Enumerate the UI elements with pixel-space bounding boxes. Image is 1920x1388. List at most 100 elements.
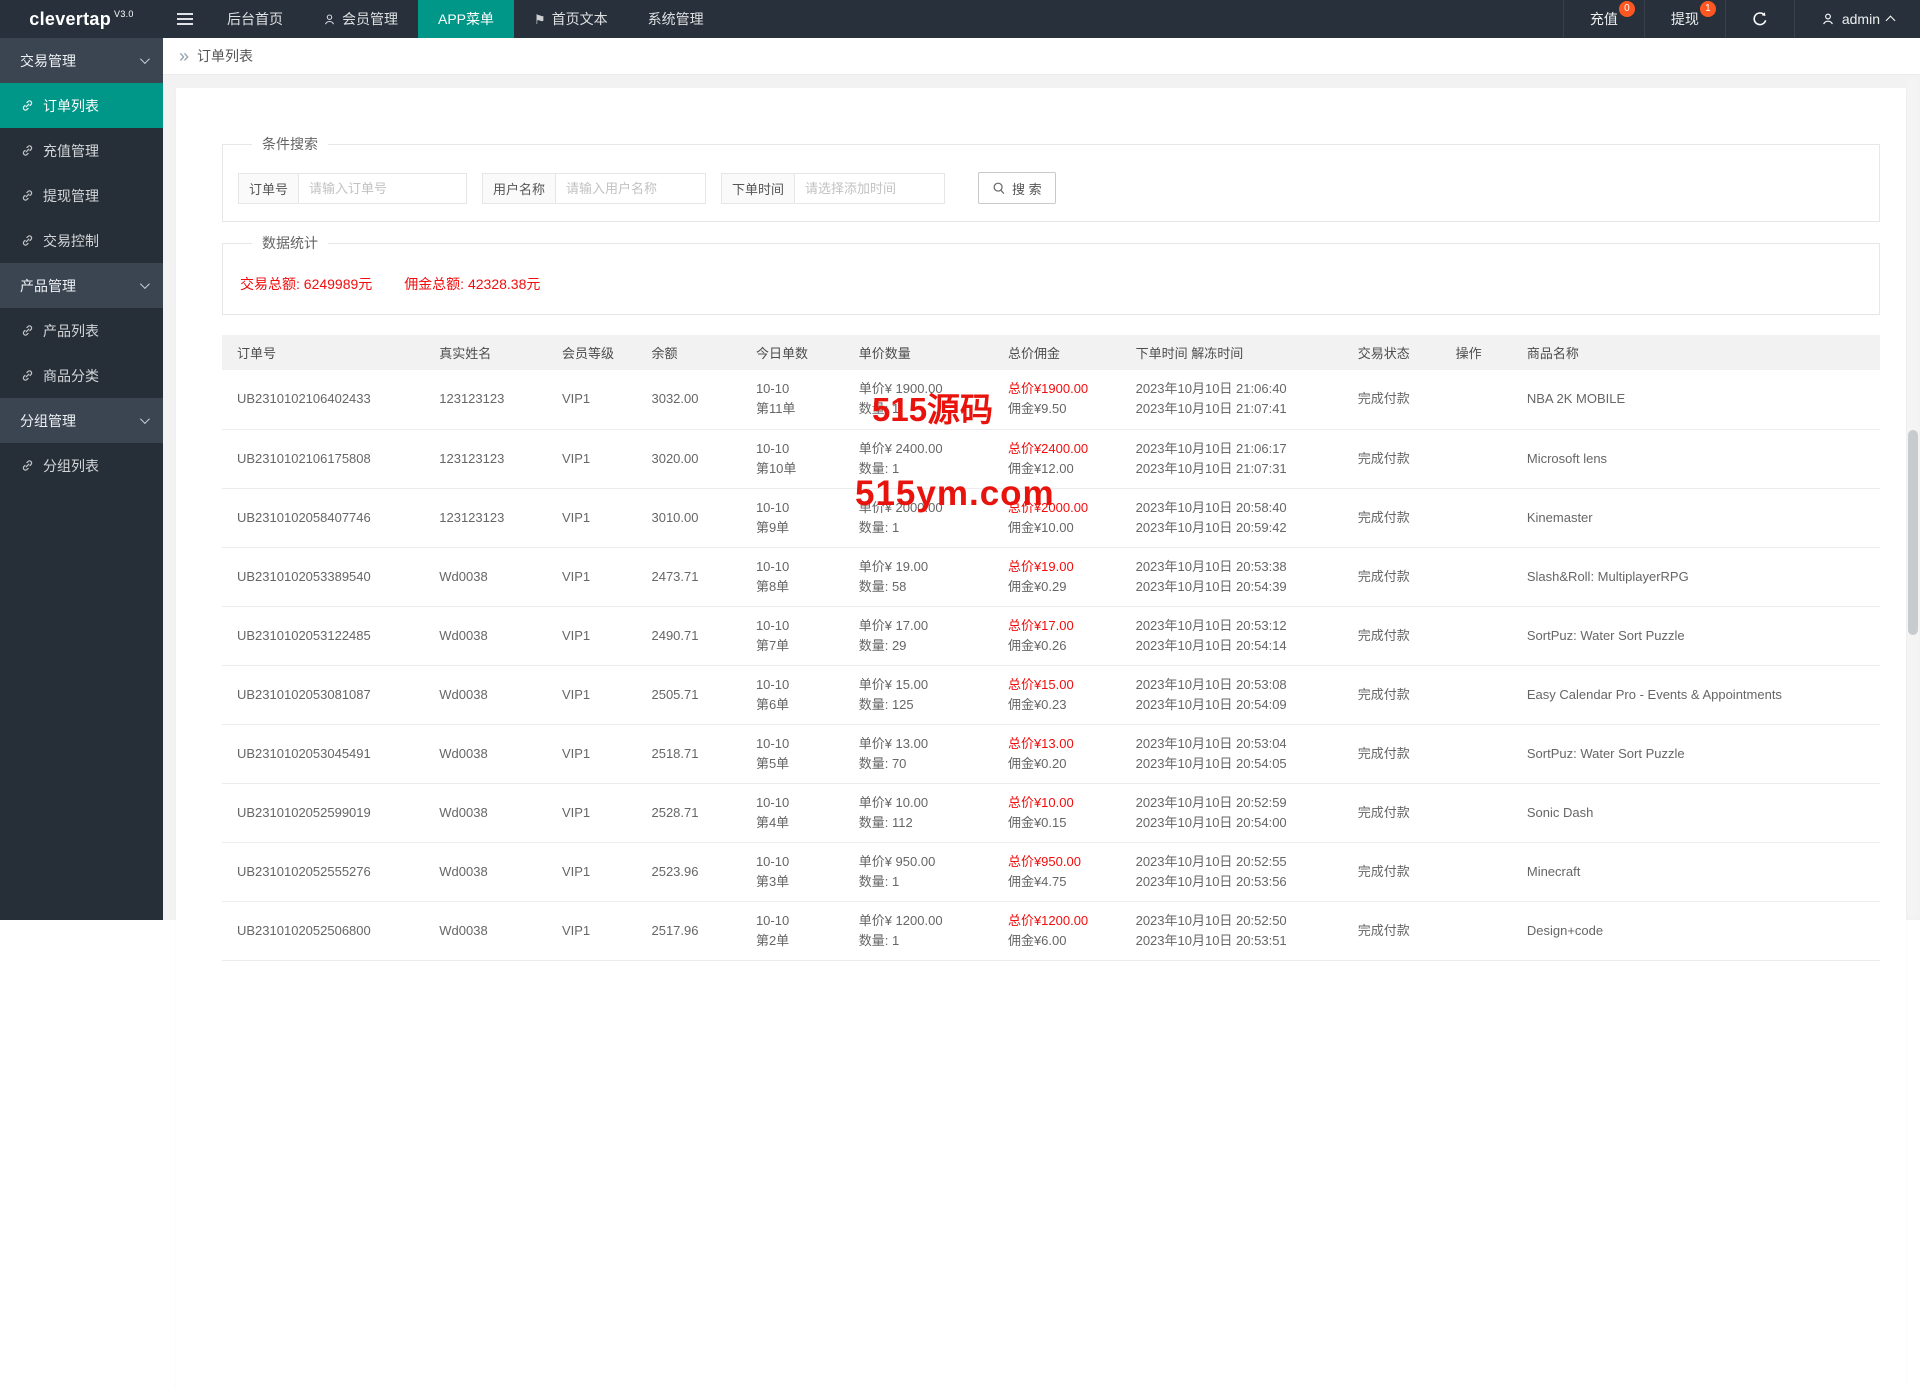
link-icon	[21, 189, 34, 202]
order-no-input[interactable]	[299, 173, 467, 204]
cell-status: 完成付款	[1343, 547, 1441, 606]
user-menu[interactable]: admin	[1794, 0, 1920, 38]
sidebar-item-trade-control[interactable]: 交易控制	[0, 218, 163, 263]
nav-tab-label: 会员管理	[342, 9, 398, 29]
cell-real-name: Wd0038	[424, 783, 547, 842]
link-icon	[21, 234, 34, 247]
nav-tab-system-management[interactable]: 系统管理	[628, 0, 724, 38]
cell-times: 2023年10月10日 20:52:552023年10月10日 20:53:56	[1121, 842, 1343, 901]
cell-product: NBA 2K MOBILE	[1512, 370, 1880, 429]
column-header: 今日单数	[741, 335, 844, 370]
cell-unit-price-qty: 单价¥ 10.00数量: 112	[844, 783, 993, 842]
cell-status: 完成付款	[1343, 665, 1441, 724]
cell-balance: 2473.71	[636, 547, 740, 606]
column-header: 总价佣金	[993, 335, 1121, 370]
sidebar-toggle-icon[interactable]	[163, 0, 207, 38]
cell-real-name: Wd0038	[424, 665, 547, 724]
search-panel: 条件搜索 订单号 用户名称 下单时间 搜 索	[222, 134, 1880, 222]
sidebar-group-group-management[interactable]: 分组管理	[0, 398, 163, 443]
cell-total-commission: 总价¥1200.00佣金¥6.00	[993, 901, 1121, 960]
app-name: clevertap	[29, 9, 111, 30]
table-row: UB2310102052555276 Wd0038 VIP1 2523.96 1…	[222, 842, 1880, 901]
sidebar-item-label: 充值管理	[43, 141, 99, 161]
nav-tab-member-management[interactable]: 会员管理	[303, 0, 418, 38]
sidebar-item-recharge-management[interactable]: 充值管理	[0, 128, 163, 173]
column-header: 真实姓名	[424, 335, 547, 370]
nav-tab-app-menu[interactable]: APP菜单	[418, 0, 514, 38]
cell-action	[1441, 547, 1512, 606]
order-time-input[interactable]	[795, 173, 945, 204]
cell-balance: 2518.71	[636, 724, 740, 783]
cell-real-name: Wd0038	[424, 547, 547, 606]
username-field-label: 用户名称	[482, 173, 556, 204]
cell-status: 完成付款	[1343, 724, 1441, 783]
user-icon	[1821, 12, 1835, 26]
cell-unit-price-qty: 单价¥ 17.00数量: 29	[844, 606, 993, 665]
order-no-label: 订单号	[238, 173, 299, 204]
search-button-label: 搜 索	[1012, 179, 1042, 198]
cell-balance: 2505.71	[636, 665, 740, 724]
table-row: UB2310102053389540 Wd0038 VIP1 2473.71 1…	[222, 547, 1880, 606]
sidebar-group-product-management[interactable]: 产品管理	[0, 263, 163, 308]
table-row: UB2310102053045491 Wd0038 VIP1 2518.71 1…	[222, 724, 1880, 783]
sidebar-item-group-list[interactable]: 分组列表	[0, 443, 163, 488]
cell-product: Kinemaster	[1512, 488, 1880, 547]
cell-real-name: 123123123	[424, 429, 547, 488]
cell-order-no: UB2310102053081087	[222, 665, 424, 724]
withdraw-label: 提现	[1671, 9, 1699, 29]
username-input[interactable]	[556, 173, 706, 204]
status-badge: 完成付款	[1358, 864, 1410, 879]
top-navbar: clevertapV3.0 后台首页 会员管理 APP菜单 ⚑ 首页文本 系统管…	[0, 0, 1920, 38]
withdraw-button[interactable]: 提现 1	[1644, 0, 1725, 38]
sidebar-item-order-list[interactable]: 订单列表	[0, 83, 163, 128]
cell-product: Minecraft	[1512, 842, 1880, 901]
status-badge: 完成付款	[1358, 391, 1410, 406]
cell-order-no: UB2310102058407746	[222, 488, 424, 547]
sidebar-item-goods-category[interactable]: 商品分类	[0, 353, 163, 398]
refresh-button[interactable]	[1725, 0, 1794, 38]
sidebar-group-trade-management[interactable]: 交易管理	[0, 38, 163, 83]
cell-status: 完成付款	[1343, 842, 1441, 901]
sidebar-item-product-list[interactable]: 产品列表	[0, 308, 163, 353]
cell-order-no: UB2310102106402433	[222, 370, 424, 429]
cell-balance: 3010.00	[636, 488, 740, 547]
flag-icon: ⚑	[534, 13, 546, 26]
status-badge: 完成付款	[1358, 746, 1410, 761]
cell-vip-level: VIP1	[547, 724, 637, 783]
vertical-scrollbar[interactable]	[1907, 78, 1919, 917]
cell-product: Easy Calendar Pro - Events & Appointment…	[1512, 665, 1880, 724]
cell-action	[1441, 901, 1512, 960]
order-table-body: UB2310102106402433 123123123 VIP1 3032.0…	[222, 370, 1880, 960]
cell-vip-level: VIP1	[547, 547, 637, 606]
sidebar-item-label: 交易控制	[43, 231, 99, 251]
cell-vip-level: VIP1	[547, 901, 637, 960]
withdraw-badge: 1	[1700, 1, 1716, 17]
nav-tab-label: APP菜单	[438, 9, 494, 29]
table-row: UB2310102052506800 Wd0038 VIP1 2517.96 1…	[222, 901, 1880, 960]
search-icon	[992, 181, 1006, 195]
cell-total-commission: 总价¥10.00佣金¥0.15	[993, 783, 1121, 842]
nav-tab-home-text[interactable]: ⚑ 首页文本	[514, 0, 628, 38]
status-badge: 完成付款	[1358, 628, 1410, 643]
cell-status: 完成付款	[1343, 370, 1441, 429]
column-header: 商品名称	[1512, 335, 1880, 370]
cell-times: 2023年10月10日 20:53:042023年10月10日 20:54:05	[1121, 724, 1343, 783]
cell-vip-level: VIP1	[547, 606, 637, 665]
nav-tab-backend-home[interactable]: 后台首页	[207, 0, 303, 38]
cell-order-no: UB2310102052506800	[222, 901, 424, 960]
cell-real-name: Wd0038	[424, 606, 547, 665]
search-button[interactable]: 搜 索	[978, 172, 1056, 204]
commission-amount: 佣金总额: 42328.38元	[404, 276, 540, 292]
table-row: UB2310102058407746 123123123 VIP1 3010.0…	[222, 488, 1880, 547]
table-row: UB2310102052599019 Wd0038 VIP1 2528.71 1…	[222, 783, 1880, 842]
scrollbar-thumb[interactable]	[1908, 430, 1918, 635]
sidebar-item-withdraw-management[interactable]: 提现管理	[0, 173, 163, 218]
cell-times: 2023年10月10日 21:06:402023年10月10日 21:07:41	[1121, 370, 1343, 429]
recharge-badge: 0	[1619, 1, 1635, 17]
cell-product: Sonic Dash	[1512, 783, 1880, 842]
cell-unit-price-qty: 单价¥ 1200.00数量: 1	[844, 901, 993, 960]
column-header: 订单号	[222, 335, 424, 370]
recharge-button[interactable]: 充值 0	[1563, 0, 1644, 38]
cell-status: 完成付款	[1343, 488, 1441, 547]
cell-order-no: UB2310102106175808	[222, 429, 424, 488]
